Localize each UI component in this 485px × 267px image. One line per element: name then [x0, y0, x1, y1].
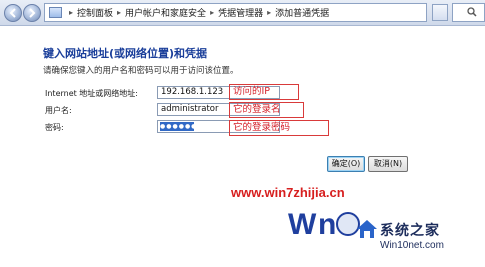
- address-annotation: 访问的IP: [229, 84, 299, 100]
- address-bar: ▸ 控制面板 ▸ 用户帐户和家庭安全 ▸ 凭据管理器 ▸ 添加普通凭据: [0, 0, 485, 26]
- forward-button[interactable]: [23, 4, 41, 22]
- svg-text:n: n: [318, 208, 336, 241]
- breadcrumb-item-add-credential[interactable]: 添加普通凭据: [275, 6, 329, 19]
- address-label: Internet 地址或网络地址:: [45, 89, 139, 98]
- cancel-button[interactable]: 取消(N): [368, 156, 408, 172]
- search-input[interactable]: [452, 3, 485, 22]
- svg-text:W: W: [288, 208, 317, 241]
- refresh-button[interactable]: [432, 4, 448, 21]
- breadcrumb-separator: ▸: [69, 8, 74, 17]
- username-label: 用户名:: [45, 106, 72, 115]
- arrow-left-icon: [9, 8, 16, 18]
- breadcrumb-separator: ▸: [117, 8, 122, 17]
- watermark-url: www.win7zhijia.cn: [231, 185, 345, 200]
- control-panel-icon: [49, 7, 62, 18]
- search-icon: [467, 7, 477, 17]
- password-label: 密码:: [45, 123, 64, 132]
- breadcrumb-item-control-panel[interactable]: 控制面板: [77, 6, 113, 19]
- breadcrumb-separator: ▸: [210, 8, 215, 17]
- breadcrumb[interactable]: ▸ 控制面板 ▸ 用户帐户和家庭安全 ▸ 凭据管理器 ▸ 添加普通凭据: [44, 3, 427, 22]
- breadcrumb-item-user-accounts[interactable]: 用户帐户和家庭安全: [125, 6, 206, 19]
- brand-url: Win10net.com: [380, 240, 444, 251]
- username-annotation: 它的登录名: [229, 102, 304, 118]
- house-logo-icon: [357, 220, 377, 238]
- breadcrumb-item-credential-manager[interactable]: 凭据管理器: [218, 6, 263, 19]
- arrow-right-icon: [29, 8, 36, 18]
- page-title: 键入网站地址(或网络位置)和凭据: [43, 47, 208, 60]
- ok-button[interactable]: 确定(O): [327, 156, 365, 172]
- breadcrumb-separator: ▸: [267, 8, 272, 17]
- back-button[interactable]: [4, 4, 22, 22]
- brand-name: 系统之家: [380, 223, 440, 239]
- page-description: 请确保您键入的用户名和密码可以用于访问该位置。: [43, 66, 239, 76]
- password-mask: ●●●●●●: [160, 122, 198, 131]
- password-annotation: 它的登录密码: [229, 120, 329, 136]
